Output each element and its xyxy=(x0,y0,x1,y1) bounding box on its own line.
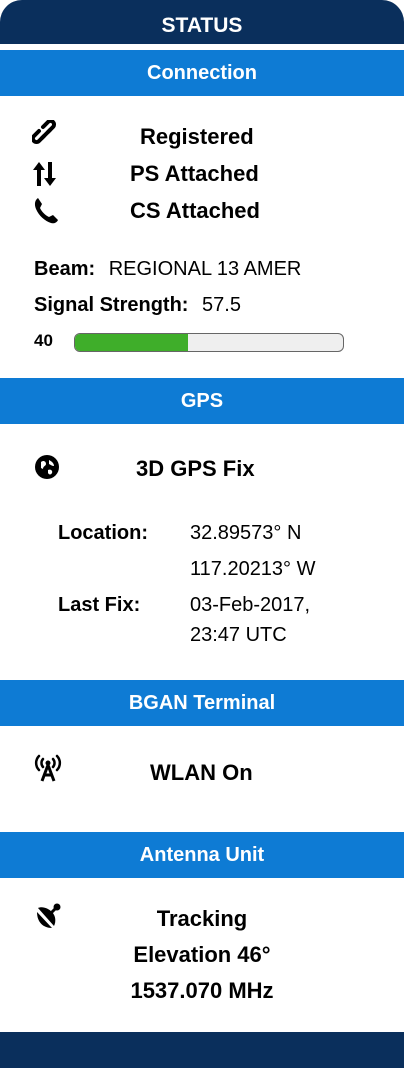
up-down-arrows-icon xyxy=(33,162,56,186)
signal-strength-bar xyxy=(74,333,344,352)
status-title: STATUS xyxy=(161,14,243,37)
bottom-bar xyxy=(0,1032,404,1068)
gps-fix-status: 3D GPS Fix xyxy=(136,456,255,481)
link-icon xyxy=(32,120,56,144)
globe-icon xyxy=(35,455,59,479)
signal-strength-label: Signal Strength: xyxy=(34,294,189,316)
antenna-tracking-status: Tracking xyxy=(156,906,248,931)
beam-row: Beam: REGIONAL 13 AMER xyxy=(34,258,301,281)
wlan-status: WLAN On xyxy=(150,760,253,785)
cs-attached-label: CS Attached xyxy=(130,198,260,223)
longitude-value: 117.20213° W xyxy=(190,558,316,580)
ps-attached-label: PS Attached xyxy=(130,161,259,186)
location-label: Location: xyxy=(58,522,148,544)
last-fix-time: 23:47 UTC xyxy=(190,624,287,646)
registered-label: Registered xyxy=(140,124,254,149)
signal-strength-fill xyxy=(75,334,188,351)
antenna-frequency: 1537.070 MHz xyxy=(130,978,274,1003)
beam-label: Beam: xyxy=(34,258,96,280)
phone-icon xyxy=(34,198,58,224)
signal-bar-min-label: 40 xyxy=(34,331,53,350)
signal-strength-value: 57.5 xyxy=(202,294,241,316)
connection-header: Connection xyxy=(0,50,404,96)
signal-row: Signal Strength: 57.5 xyxy=(34,294,241,317)
antenna-unit-header: Antenna Unit xyxy=(0,832,404,878)
last-fix-date: 03-Feb-2017, xyxy=(190,594,311,616)
beam-value: REGIONAL 13 AMER xyxy=(108,258,302,280)
status-title-bar: STATUS xyxy=(0,0,404,44)
gps-header: GPS xyxy=(0,378,404,424)
status-panel: STATUS Connection Registered PS Attached… xyxy=(0,0,404,1068)
wlan-antenna-icon xyxy=(34,754,62,782)
antenna-elevation: Elevation 46° xyxy=(133,942,271,967)
last-fix-label: Last Fix: xyxy=(58,594,141,616)
latitude-value: 32.89573° N xyxy=(190,522,302,544)
bgan-terminal-header: BGAN Terminal xyxy=(0,680,404,726)
